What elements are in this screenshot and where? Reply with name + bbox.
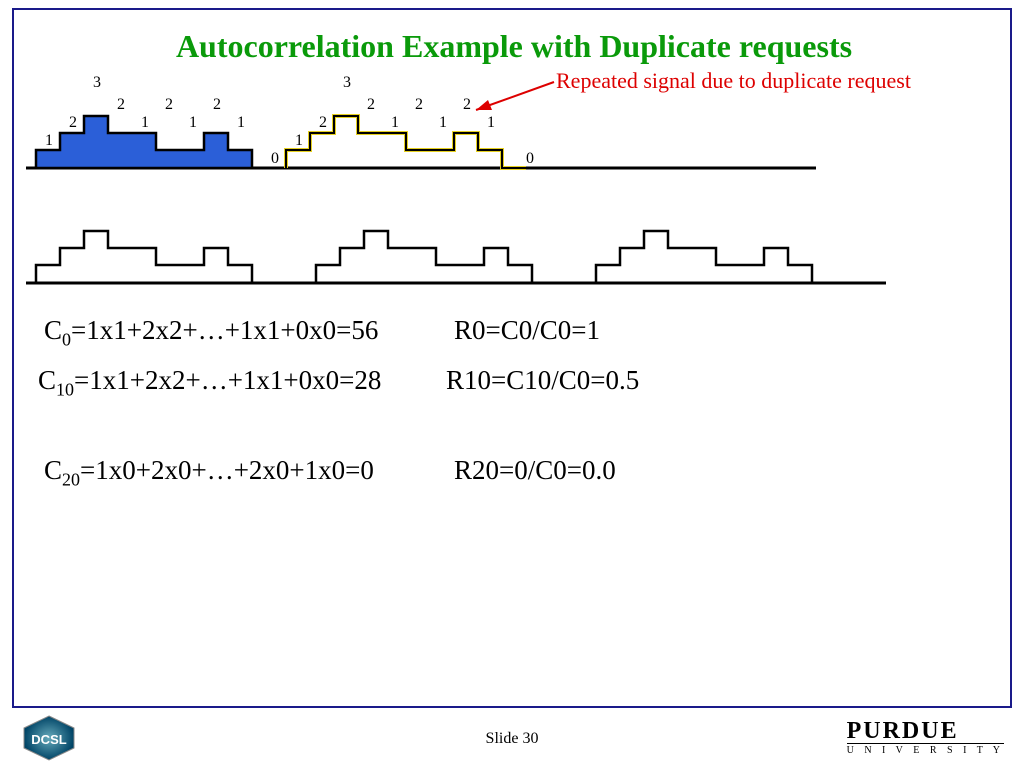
logo-right: PURDUE U N I V E R S I T Y: [847, 718, 1004, 756]
eq-c0: C0=1x1+2x2+…+1x1+0x0=56: [44, 315, 378, 350]
logo-left-text: DCSL: [31, 732, 66, 747]
eq-c10: C10=1x1+2x2+…+1x1+0x0=28: [38, 365, 381, 400]
eq-r0: R0=C0/C0=1: [454, 315, 600, 346]
slide-title: Autocorrelation Example with Duplicate r…: [14, 28, 1014, 65]
logo-right-main: PURDUE: [847, 718, 959, 744]
bottom-signal-row: [26, 195, 1006, 290]
logo-right-sub: U N I V E R S I T Y: [847, 743, 1004, 756]
eq-r10: R10=C10/C0=0.5: [446, 365, 639, 396]
eq-r20: R20=0/C0=0.0: [454, 455, 616, 486]
slide-frame: Autocorrelation Example with Duplicate r…: [12, 8, 1012, 708]
logo-left: DCSL: [14, 714, 84, 762]
eq-c20: C20=1x0+2x0+…+2x0+1x0=0: [44, 455, 374, 490]
